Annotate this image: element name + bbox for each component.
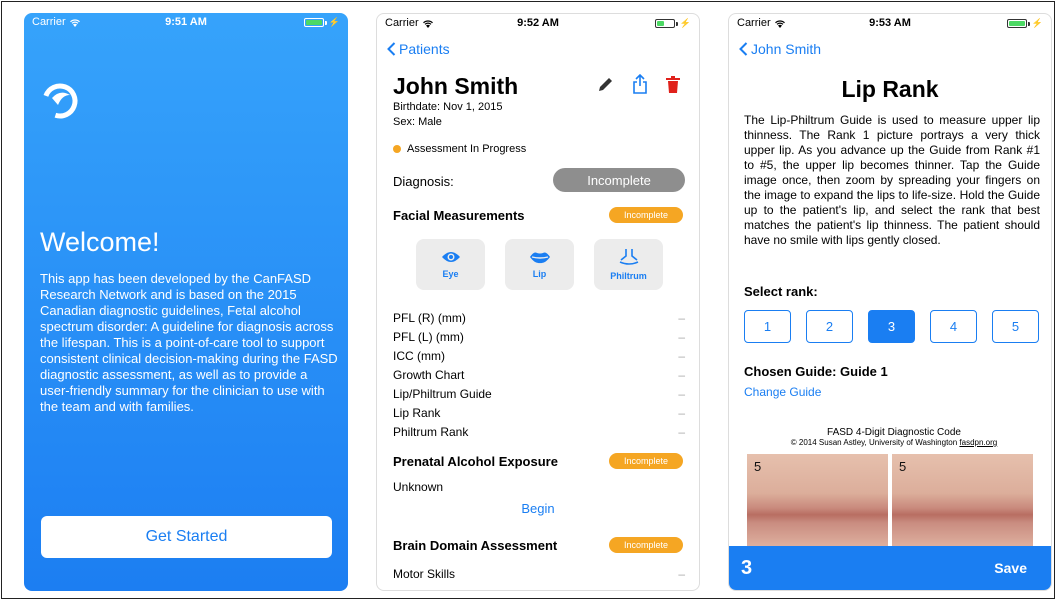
chevron-left-icon <box>739 42 748 56</box>
status-bar: Carrier 9:52 AM ⚡ <box>377 14 699 34</box>
rank-button-4[interactable]: 4 <box>930 310 977 343</box>
status-dot <box>393 145 401 153</box>
rank-number-label: 5 <box>899 459 907 474</box>
brain-domain-title: Brain Domain Assessment <box>393 538 558 553</box>
list-item[interactable]: ICC (mm) – <box>393 347 685 366</box>
facial-tiles: Eye Lip Philtrum <box>416 239 663 290</box>
trash-icon[interactable] <box>665 75 681 94</box>
list-item[interactable]: Motor Skills – <box>393 567 685 581</box>
battery-icon: ⚡ <box>654 18 691 29</box>
get-started-button[interactable]: Get Started <box>41 516 332 558</box>
lip-photo: 5 <box>892 454 1033 552</box>
rank-button-2[interactable]: 2 <box>806 310 853 343</box>
welcome-screen: Carrier 9:51 AM ⚡ Welcome! This app has … <box>24 13 348 591</box>
status-time: 9:52 AM <box>517 17 559 29</box>
status-bar: Carrier 9:53 AM ⚡ <box>729 14 1051 34</box>
welcome-description: This app has been developed by the CanFA… <box>40 271 338 414</box>
patient-screen: Carrier 9:52 AM ⚡ Patients John Smith Bi… <box>376 13 700 591</box>
welcome-title: Welcome! <box>40 227 160 257</box>
change-guide-link[interactable]: Change Guide <box>744 385 821 399</box>
status-badge: Incomplete <box>609 453 683 469</box>
status-time: 9:51 AM <box>165 16 207 28</box>
status-time: 9:53 AM <box>869 17 911 29</box>
status-badge: Incomplete <box>609 537 683 553</box>
lip-rank-screen: Carrier 9:53 AM ⚡ John Smith Lip Rank Th… <box>728 13 1052 591</box>
patient-sex: Sex: Male <box>393 116 442 128</box>
patient-birthdate: Birthdate: Nov 1, 2015 <box>393 101 503 113</box>
measurements-list: PFL (R) (mm) – PFL (L) (mm) – ICC (mm) – Gr… <box>393 309 685 442</box>
save-button[interactable]: Save <box>994 560 1027 576</box>
battery-icon: ⚡ <box>303 17 340 28</box>
status-text: Assessment In Progress <box>407 143 527 155</box>
lips-icon <box>529 252 550 263</box>
chevron-left-icon <box>387 42 396 56</box>
back-button[interactable]: John Smith <box>739 41 821 57</box>
back-button[interactable]: Patients <box>387 41 450 57</box>
rank-number-label: 5 <box>754 459 762 474</box>
list-item[interactable]: Growth Chart – <box>393 366 685 385</box>
facial-measurements-title: Facial Measurements <box>393 208 525 223</box>
guide-link: fasdpn.org <box>959 438 998 447</box>
bottom-action-bar: 3 Save <box>729 546 1051 590</box>
edit-pencil-icon[interactable] <box>597 75 615 93</box>
rank-button-3[interactable]: 3 <box>868 310 915 343</box>
eye-tile-button[interactable]: Eye <box>416 239 485 290</box>
prenatal-value: Unknown <box>393 480 444 494</box>
status-bar: Carrier 9:51 AM ⚡ <box>24 13 348 33</box>
rank-button-5[interactable]: 5 <box>992 310 1039 343</box>
page-title: Lip Rank <box>841 76 939 102</box>
rank-selector: 1 2 3 4 5 <box>744 310 1039 343</box>
diagnosis-label: Diagnosis: <box>393 174 454 189</box>
philtrum-icon <box>619 249 638 265</box>
status-badge: Incomplete <box>609 207 683 223</box>
lip-philtrum-guide-image[interactable]: FASD 4-Digit Diagnostic Code © 2014 Susa… <box>747 427 1041 552</box>
philtrum-tile-button[interactable]: Philtrum <box>594 239 663 290</box>
list-item[interactable]: Lip Rank – <box>393 404 685 423</box>
lip-photo: 5 <box>747 454 888 552</box>
back-label: Patients <box>399 41 450 57</box>
assessment-status: Assessment In Progress <box>393 143 526 155</box>
share-icon[interactable] <box>632 74 648 94</box>
prenatal-exposure-title: Prenatal Alcohol Exposure <box>393 454 558 469</box>
selected-rank-value: 3 <box>741 556 753 579</box>
chosen-guide-label: Chosen Guide: Guide 1 <box>744 364 888 379</box>
guide-title: FASD 4-Digit Diagnostic Code <box>827 427 961 438</box>
tile-label: Eye <box>442 269 459 279</box>
diagnosis-pill[interactable]: Incomplete <box>553 168 685 192</box>
select-rank-label: Select rank: <box>744 284 818 299</box>
list-item[interactable]: Philtrum Rank – <box>393 423 685 442</box>
guide-credit: © 2014 Susan Astley, University of Washi… <box>790 438 958 447</box>
lip-tile-button[interactable]: Lip <box>505 239 574 290</box>
back-label: John Smith <box>751 41 822 57</box>
tile-label: Lip <box>532 268 547 279</box>
begin-button[interactable]: Begin <box>377 501 699 516</box>
lip-instructions: The Lip-Philtrum Guide is used to measur… <box>744 113 1040 247</box>
list-item[interactable]: Lip/Philtrum Guide – <box>393 385 685 404</box>
canfasd-logo-icon <box>42 83 78 119</box>
patient-name: John Smith <box>393 73 519 99</box>
list-item[interactable]: PFL (R) (mm) – <box>393 309 685 328</box>
battery-icon: ⚡ <box>1006 18 1043 29</box>
tile-label: Philtrum <box>610 271 647 281</box>
eye-icon <box>441 252 460 262</box>
list-item[interactable]: PFL (L) (mm) – <box>393 328 685 347</box>
rank-button-1[interactable]: 1 <box>744 310 791 343</box>
